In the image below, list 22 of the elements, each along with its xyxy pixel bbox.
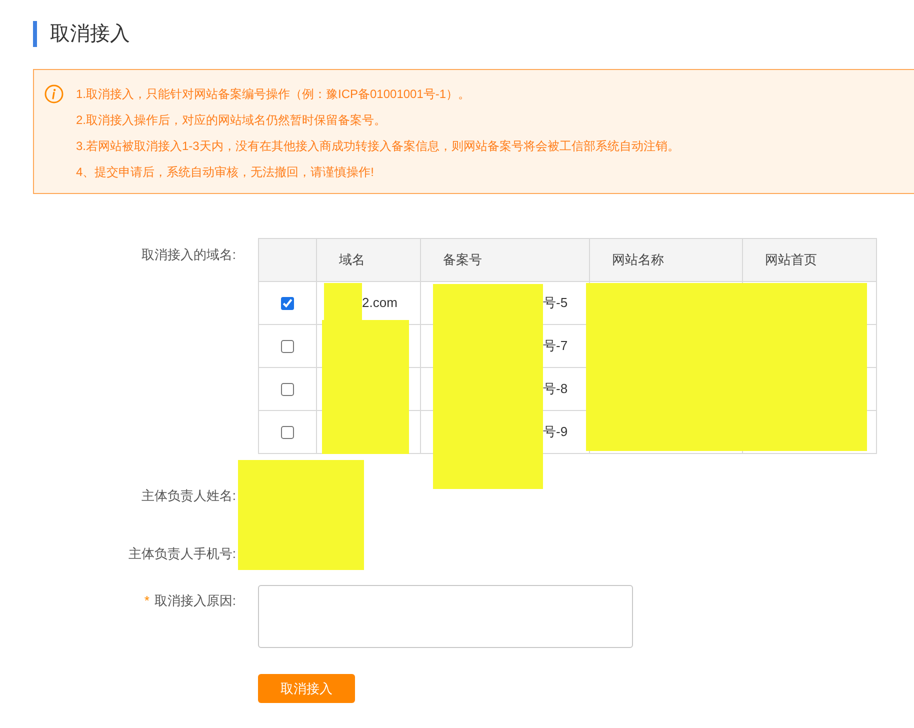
notice-text: 1.取消接入，只能针对网站备案编号操作（例：豫ICP备01001001号-1）。 [76, 86, 472, 102]
row-checkbox[interactable] [281, 297, 294, 310]
title-accent-bar [33, 21, 37, 47]
form-label: 取消接入的域名: [140, 246, 236, 264]
info-icon [44, 84, 64, 104]
column-header: 域名 [316, 238, 420, 282]
column-header: 网站首页 [742, 238, 876, 282]
notice-text: 3.若网站被取消接入1-3天内，没有在其他接入商成功转接入备案信息，则网站备案号将会被工信部系统自动注销。 [76, 138, 680, 154]
page-title: 取消接入 [50, 22, 130, 47]
notice-text: 4、提交申请后，系统自动审核，无法撤回，请谨慎操作! [76, 164, 376, 180]
form-label: 主体负责人手机号: [127, 544, 236, 562]
row-checkbox[interactable] [281, 426, 294, 440]
notice-text: 2.取消接入操作后，对应的网站域名仍然暂时保留备案号。 [76, 112, 388, 128]
row-checkbox[interactable] [281, 340, 294, 354]
column-header: 备案号 [420, 238, 590, 282]
form-label: 取消接入原因: [154, 592, 236, 610]
reason-field[interactable] [258, 585, 633, 648]
row-checkbox[interactable] [281, 383, 294, 396]
form-label: 主体负责人姓名: [140, 487, 236, 505]
column-header: 网站名称 [590, 238, 742, 282]
required-mark: * [144, 592, 150, 610]
cancel-access-button[interactable]: 取消接入 [258, 674, 355, 703]
